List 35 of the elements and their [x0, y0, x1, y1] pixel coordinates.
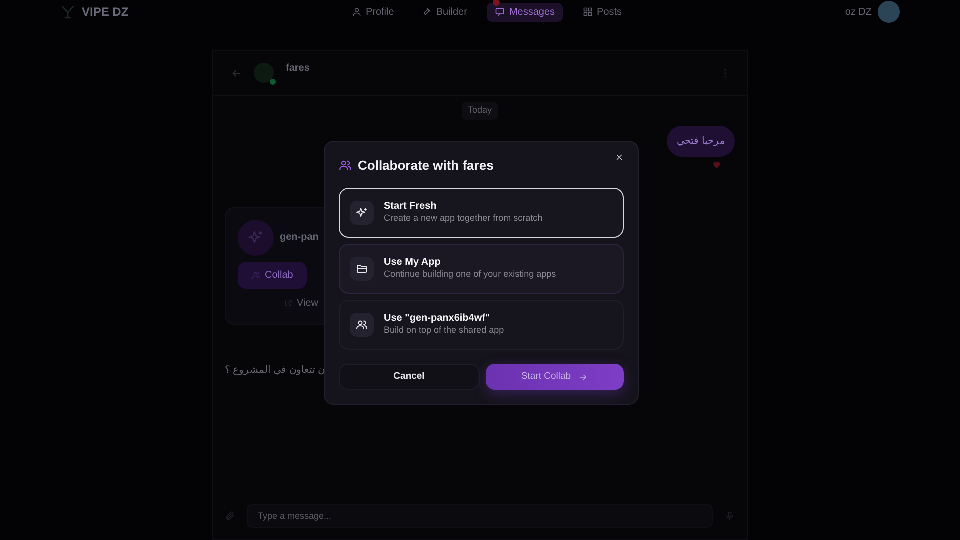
logo-icon — [60, 4, 76, 20]
chat-icon — [495, 7, 506, 17]
user-name: oz DZ — [845, 6, 872, 20]
sparkle-icon — [356, 206, 368, 218]
folder-icon — [356, 262, 368, 274]
arrow-right-icon — [579, 372, 588, 382]
message-text: مرحبا فتحي — [667, 126, 735, 156]
external-link-icon — [284, 298, 293, 308]
cancel-button[interactable]: Cancel — [339, 364, 480, 390]
grid-icon — [583, 7, 594, 17]
people-icon — [252, 270, 261, 280]
message-input[interactable]: Type a message... — [247, 504, 713, 528]
view-link[interactable]: View — [278, 294, 324, 312]
back-icon — [231, 68, 242, 78]
sparkle-icon — [248, 230, 264, 246]
app-title: gen-pan — [280, 231, 319, 245]
people-icon — [339, 159, 352, 172]
nav-tab[interactable]: Messages — [487, 2, 564, 22]
brand-name[interactable]: VIPE DZ — [82, 3, 129, 21]
microphone-icon — [725, 511, 735, 521]
nav-tab[interactable]: Builder — [414, 2, 476, 22]
person-icon — [352, 7, 362, 17]
attach-icon — [225, 511, 235, 521]
option-card[interactable]: Use My App Continue building one of your existing apps — [339, 244, 624, 294]
modal-title: Collaborate with fares — [358, 157, 494, 175]
contact-name: fares — [286, 62, 310, 76]
nav-tab[interactable]: Profile — [344, 2, 402, 22]
close-icon — [615, 153, 624, 162]
option-card[interactable]: Start Fresh Create a new app together from scratch — [339, 188, 624, 238]
people-icon — [356, 318, 368, 330]
nav-tab[interactable]: Posts — [575, 2, 630, 22]
collab-button[interactable]: Collab — [238, 262, 308, 288]
option-card[interactable]: Use "gen-panx6ib4wf" Build on top of the shared app — [339, 300, 624, 350]
date-label: Today — [462, 102, 498, 120]
start-collab-button[interactable]: Start Collab — [486, 364, 624, 390]
